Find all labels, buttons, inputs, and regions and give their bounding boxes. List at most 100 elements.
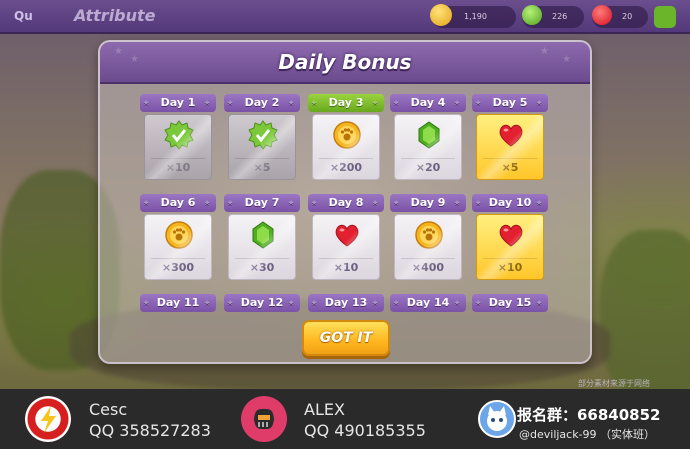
tile-sheen [395,215,461,279]
star-decoration-icon: ★ [454,199,461,207]
day-label: Day 13 ★ ★ [308,294,384,312]
group-handle: @deviljack-99 （实体班） [519,428,656,441]
star-decoration-icon: ★ [475,99,482,107]
star-decoration-icon: ★ [311,299,318,307]
day-label: Day 15 ★ ★ [472,294,548,312]
day-label: Day 5 ★ ★ [472,94,548,112]
footer-bar: Cesc QQ 358527283 ALEX QQ 490185355 报名群：… [0,389,690,449]
gem-count: 226 [552,12,568,21]
tile-sheen [229,215,295,279]
flash-logo-avatar [25,396,71,442]
tile-sheen [477,215,543,279]
star-decoration-icon: ★ [393,299,400,307]
day-card[interactable]: Day 1★★×10 [140,94,216,182]
star-decoration-icon: ★ [393,199,400,207]
reward-tile: ×200 [312,114,380,180]
watermark-text: 部分素材来源于网络 [578,379,650,388]
helmet-icon [255,409,273,429]
day-label: Day 11 ★ ★ [140,294,216,312]
heart-count: 20 [622,12,633,21]
back-button[interactable]: Qu [14,9,33,23]
top-bar: Qu Attribute 1,190 226 20 [0,0,690,34]
day-card[interactable]: Day 7★★×30 [224,194,300,282]
day-card[interactable]: Day 2★★×5 [224,94,300,182]
star-decoration-icon: ★ [475,199,482,207]
star-decoration-icon: ★ [227,199,234,207]
star-decoration-icon: ★ [288,199,295,207]
star-decoration-icon: ★ [454,99,461,107]
gem-counter: 226 [522,5,584,28]
day-card[interactable]: Day 10★★×10 [472,194,548,282]
star-decoration-icon: ★ [372,99,379,107]
star-decoration-icon: ★ [143,299,150,307]
day-card[interactable]: Day 9★★×400 [390,194,466,282]
reward-tile: ×5 [228,114,296,180]
cat-logo-avatar [478,400,516,438]
star-decoration-icon: ★ [393,99,400,107]
day-card-partial[interactable]: Day 14 ★ ★ [390,294,466,312]
tile-sheen [477,115,543,179]
day-card[interactable]: Day 6★★×300 [140,194,216,282]
day-card[interactable]: Day 8★★×10 [308,194,384,282]
day-label: Day 14 ★ ★ [390,294,466,312]
tile-sheen [313,215,379,279]
background-foliage-right [600,230,690,389]
day-card[interactable]: Day 5★★×5 [472,94,548,182]
add-button[interactable] [654,6,676,28]
day-label: Day 1 ★ ★ [140,94,216,112]
tile-sheen [395,115,461,179]
day-label: Day 7 ★ ★ [224,194,300,212]
day-card-partial[interactable]: Day 13 ★ ★ [308,294,384,312]
reward-tile: ×10 [144,114,212,180]
day-card-partial[interactable]: Day 15 ★ ★ [472,294,548,312]
reward-tile: ×10 [476,214,544,280]
dialog-header: ★ ★ ★ ★ Daily Bonus [100,42,590,84]
cat-icon [487,406,507,431]
star-decoration-icon: ★ [143,99,150,107]
reward-tile: ×5 [476,114,544,180]
star-decoration-icon: ★ [227,299,234,307]
heart-counter: 20 [592,5,648,28]
star-decoration-icon: ★ [227,99,234,107]
day-label: Day 3 ★ ★ [308,94,384,112]
reward-tile: ×400 [394,214,462,280]
day-label: Day 4 ★ ★ [390,94,466,112]
day-card[interactable]: Day 4★★×20 [390,94,466,182]
coin-icon [430,4,452,26]
person1-qq: QQ 358527283 [89,421,211,440]
day-label: Day 10 ★ ★ [472,194,548,212]
day-card-partial[interactable]: Day 12 ★ ★ [224,294,300,312]
star-decoration-icon: ★ [372,299,379,307]
star-decoration-icon: ★ [311,199,318,207]
star-decoration-icon: ★ [372,199,379,207]
day-label: Day 9 ★ ★ [390,194,466,212]
person2-qq: QQ 490185355 [304,421,426,440]
tile-sheen [145,215,211,279]
star-decoration-icon: ★ [475,299,482,307]
person2-name: ALEX [304,400,345,419]
star-decoration-icon: ★ [536,299,543,307]
coin-counter: 1,190 [430,4,516,28]
reward-tile: ×20 [394,114,462,180]
day-card[interactable]: Day 3★★×200 [308,94,384,182]
group-title: 报名群：66840852 [517,406,661,424]
day-label: Day 12 ★ ★ [224,294,300,312]
coin-count: 1,190 [464,12,487,21]
robot-avatar [241,396,287,442]
star-decoration-icon: ★ [288,299,295,307]
day-card-partial[interactable]: Day 11 ★ ★ [140,294,216,312]
star-decoration-icon: ★ [204,99,211,107]
star-decoration-icon: ★ [311,99,318,107]
gem-icon [522,5,542,25]
star-decoration-icon: ★ [536,199,543,207]
screen-title: Attribute [74,6,156,25]
star-decoration-icon: ★ [204,299,211,307]
lightning-icon [41,406,56,433]
day-label: Day 6 ★ ★ [140,194,216,212]
tile-sheen [145,115,211,179]
heart-icon [592,5,612,25]
star-decoration-icon: ★ [536,99,543,107]
got-it-button[interactable]: GOT IT [302,320,390,356]
reward-tile: ×30 [228,214,296,280]
star-decoration-icon: ★ [204,199,211,207]
